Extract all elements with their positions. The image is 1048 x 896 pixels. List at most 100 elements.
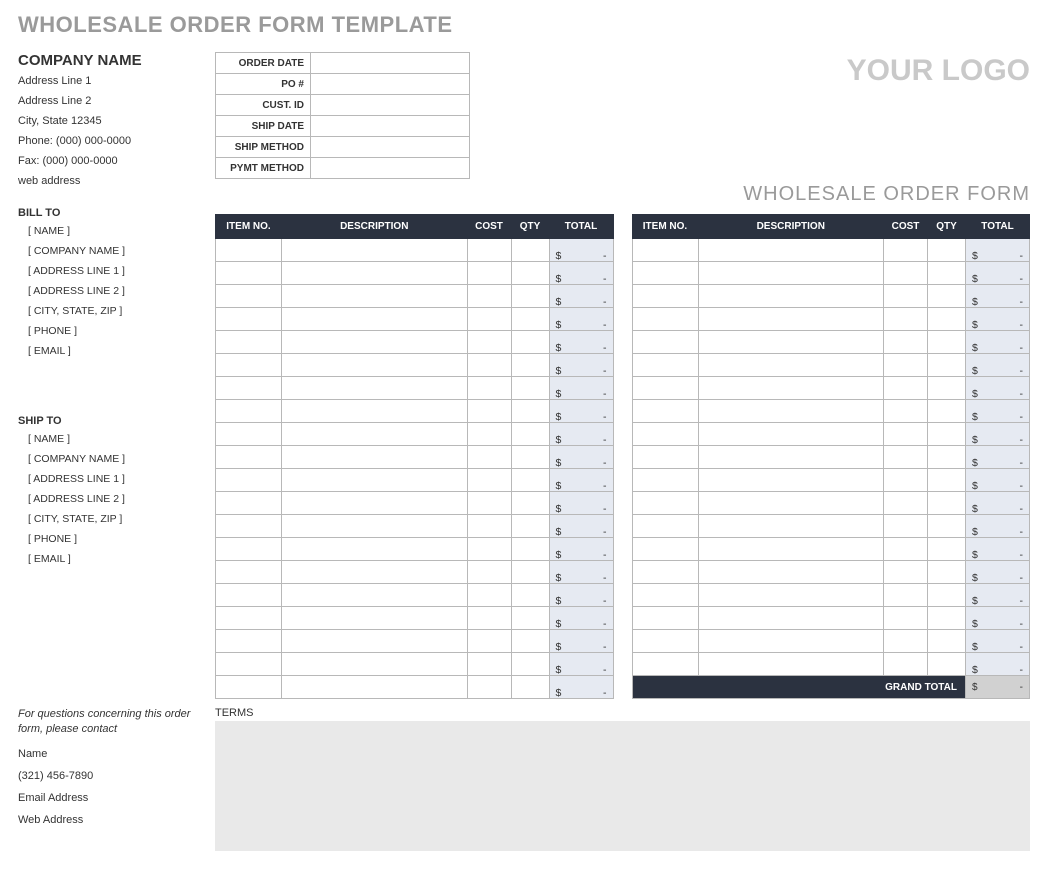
item-no-cell[interactable] (216, 239, 282, 262)
item-no-cell[interactable] (216, 538, 282, 561)
ship-date-input[interactable] (311, 116, 470, 137)
ship-to-phone[interactable]: [ PHONE ] (28, 533, 203, 545)
description-cell[interactable] (282, 538, 468, 561)
qty-cell[interactable] (511, 630, 549, 653)
cost-cell[interactable] (884, 354, 928, 377)
item-no-cell[interactable] (632, 515, 698, 538)
description-cell[interactable] (698, 262, 884, 285)
item-no-cell[interactable] (632, 400, 698, 423)
description-cell[interactable] (698, 331, 884, 354)
po-input[interactable] (311, 74, 470, 95)
cost-cell[interactable] (467, 308, 511, 331)
item-no-cell[interactable] (216, 423, 282, 446)
cost-cell[interactable] (884, 400, 928, 423)
item-no-cell[interactable] (632, 561, 698, 584)
qty-cell[interactable] (511, 331, 549, 354)
description-cell[interactable] (282, 492, 468, 515)
cost-cell[interactable] (884, 446, 928, 469)
qty-cell[interactable] (928, 630, 966, 653)
ship-to-name[interactable]: [ NAME ] (28, 433, 203, 445)
description-cell[interactable] (698, 423, 884, 446)
qty-cell[interactable] (511, 446, 549, 469)
description-cell[interactable] (282, 469, 468, 492)
description-cell[interactable] (698, 308, 884, 331)
qty-cell[interactable] (928, 239, 966, 262)
item-no-cell[interactable] (216, 308, 282, 331)
description-cell[interactable] (282, 354, 468, 377)
item-no-cell[interactable] (216, 331, 282, 354)
item-no-cell[interactable] (216, 446, 282, 469)
description-cell[interactable] (282, 676, 468, 699)
cost-cell[interactable] (467, 515, 511, 538)
bill-to-address2[interactable]: [ ADDRESS LINE 2 ] (28, 285, 203, 297)
qty-cell[interactable] (928, 584, 966, 607)
cost-cell[interactable] (884, 262, 928, 285)
bill-to-name[interactable]: [ NAME ] (28, 225, 203, 237)
item-no-cell[interactable] (632, 492, 698, 515)
item-no-cell[interactable] (632, 607, 698, 630)
qty-cell[interactable] (511, 492, 549, 515)
qty-cell[interactable] (928, 377, 966, 400)
description-cell[interactable] (282, 377, 468, 400)
cost-cell[interactable] (884, 492, 928, 515)
description-cell[interactable] (698, 538, 884, 561)
cost-cell[interactable] (467, 331, 511, 354)
cost-cell[interactable] (467, 538, 511, 561)
cost-cell[interactable] (467, 630, 511, 653)
cost-cell[interactable] (467, 446, 511, 469)
cost-cell[interactable] (467, 423, 511, 446)
description-cell[interactable] (282, 653, 468, 676)
description-cell[interactable] (282, 423, 468, 446)
qty-cell[interactable] (928, 331, 966, 354)
item-no-cell[interactable] (216, 676, 282, 699)
description-cell[interactable] (698, 400, 884, 423)
item-no-cell[interactable] (632, 653, 698, 676)
cost-cell[interactable] (467, 676, 511, 699)
description-cell[interactable] (282, 262, 468, 285)
cost-cell[interactable] (467, 285, 511, 308)
qty-cell[interactable] (511, 561, 549, 584)
description-cell[interactable] (698, 469, 884, 492)
cost-cell[interactable] (467, 354, 511, 377)
qty-cell[interactable] (511, 676, 549, 699)
qty-cell[interactable] (511, 354, 549, 377)
terms-box[interactable] (215, 721, 1030, 851)
cost-cell[interactable] (884, 308, 928, 331)
pymt-method-input[interactable] (311, 158, 470, 179)
bill-to-address1[interactable]: [ ADDRESS LINE 1 ] (28, 265, 203, 277)
qty-cell[interactable] (928, 354, 966, 377)
cost-cell[interactable] (884, 653, 928, 676)
qty-cell[interactable] (928, 607, 966, 630)
description-cell[interactable] (282, 308, 468, 331)
qty-cell[interactable] (511, 653, 549, 676)
cost-cell[interactable] (467, 377, 511, 400)
cost-cell[interactable] (884, 630, 928, 653)
description-cell[interactable] (282, 630, 468, 653)
qty-cell[interactable] (511, 308, 549, 331)
ship-method-input[interactable] (311, 137, 470, 158)
cost-cell[interactable] (884, 607, 928, 630)
description-cell[interactable] (698, 515, 884, 538)
item-no-cell[interactable] (216, 377, 282, 400)
cost-cell[interactable] (467, 492, 511, 515)
item-no-cell[interactable] (216, 492, 282, 515)
cost-cell[interactable] (467, 239, 511, 262)
description-cell[interactable] (698, 561, 884, 584)
qty-cell[interactable] (928, 538, 966, 561)
qty-cell[interactable] (928, 423, 966, 446)
ship-to-address1[interactable]: [ ADDRESS LINE 1 ] (28, 473, 203, 485)
cost-cell[interactable] (884, 584, 928, 607)
ship-to-company[interactable]: [ COMPANY NAME ] (28, 453, 203, 465)
description-cell[interactable] (282, 400, 468, 423)
cost-cell[interactable] (884, 239, 928, 262)
item-no-cell[interactable] (632, 239, 698, 262)
cost-cell[interactable] (884, 515, 928, 538)
item-no-cell[interactable] (216, 515, 282, 538)
cost-cell[interactable] (884, 285, 928, 308)
item-no-cell[interactable] (632, 262, 698, 285)
item-no-cell[interactable] (216, 607, 282, 630)
cost-cell[interactable] (467, 653, 511, 676)
qty-cell[interactable] (928, 308, 966, 331)
description-cell[interactable] (282, 446, 468, 469)
item-no-cell[interactable] (216, 469, 282, 492)
